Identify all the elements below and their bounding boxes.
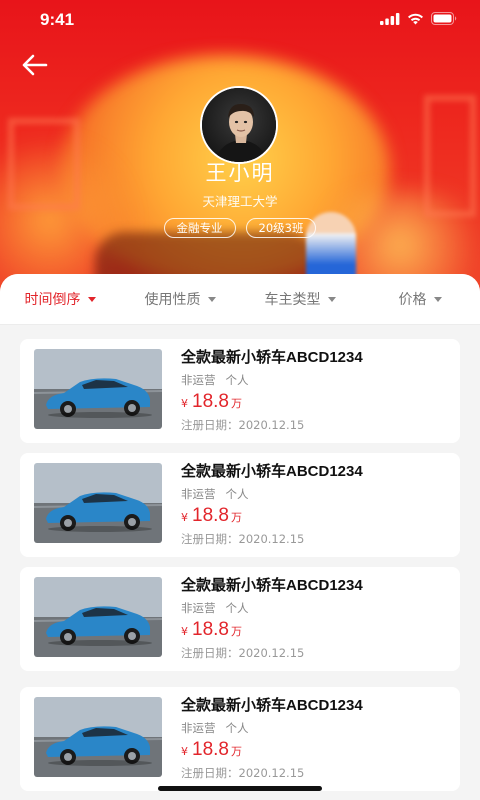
caret-down-icon [433,296,442,302]
listing-reg-date: 注册日期：2020.12.15 [181,532,305,546]
screen: 9:41 王小明 天津理工大学 金融专业 20级3班 时间倒序 使用性质 车主类… [0,0,480,800]
battery-icon [431,12,457,25]
car-photo-image [34,697,162,777]
car-thumbnail [34,463,162,543]
cellular-signal-icon [380,12,400,25]
listings-panel: 时间倒序 使用性质 车主类型 价格 全款最新小轿车ABCD1234 非运营 个人… [0,274,480,800]
listing-owner: 个人 [225,373,249,387]
listing-meta: 非运营 个人 [181,372,249,388]
listing-meta: 非运营 个人 [181,720,249,736]
listing-title: 全款最新小轿车ABCD1234 [181,463,363,480]
user-name: 王小明 [205,161,275,185]
filter-time-desc[interactable]: 时间倒序 [0,289,120,309]
listing-price: ¥ 18.8 万 [181,739,242,761]
filter-owner-type[interactable]: 车主类型 [240,289,360,309]
back-button[interactable] [20,52,50,78]
listing-usage: 非运营 [181,373,216,387]
user-school: 天津理工大学 [202,194,278,209]
filter-label: 车主类型 [264,292,321,308]
price-currency: ¥ [181,625,188,638]
status-bar: 9:41 [0,0,480,44]
listing-usage: 非运营 [181,601,216,615]
listing-card[interactable]: 全款最新小轿车ABCD1234 非运营 个人 ¥ 18.8 万 注册日期：202… [20,567,460,671]
price-unit: 万 [230,745,242,758]
caret-down-icon [327,296,336,302]
price-value: 18.8 [192,505,229,526]
filter-label: 价格 [398,292,427,308]
wifi-icon [408,13,423,24]
home-indicator [158,786,322,791]
listing-reg-date: 注册日期：2020.12.15 [181,418,305,432]
filter-price[interactable]: 价格 [360,289,480,309]
listing-card[interactable]: 全款最新小轿车ABCD1234 非运营 个人 ¥ 18.8 万 注册日期：202… [20,687,460,791]
listing-card[interactable]: 全款最新小轿车ABCD1234 非运营 个人 ¥ 18.8 万 注册日期：202… [20,453,460,557]
car-photo-image [34,463,162,543]
car-thumbnail [34,349,162,429]
listing-usage: 非运营 [181,721,216,735]
listing-owner: 个人 [225,721,249,735]
listing-owner: 个人 [225,487,249,501]
filter-usage[interactable]: 使用性质 [120,289,240,309]
listing-list: 全款最新小轿车ABCD1234 非运营 个人 ¥ 18.8 万 注册日期：202… [0,325,480,791]
listing-meta: 非运营 个人 [181,486,249,502]
listing-owner: 个人 [225,601,249,615]
price-value: 18.8 [192,739,229,760]
listing-reg-date: 注册日期：2020.12.15 [181,766,305,780]
listing-usage: 非运营 [181,487,216,501]
price-value: 18.8 [192,619,229,640]
user-tags: 金融专业 20级3班 [0,218,480,238]
listing-price: ¥ 18.8 万 [181,619,242,641]
car-photo-image [34,349,162,429]
filter-bar: 时间倒序 使用性质 车主类型 价格 [0,274,480,325]
tag-major: 金融专业 [163,218,236,238]
listing-price: ¥ 18.8 万 [181,505,242,527]
status-time: 9:41 [40,10,75,29]
avatar[interactable] [200,86,278,164]
price-unit: 万 [230,511,242,524]
tag-class: 20级3班 [245,218,317,238]
caret-down-icon [207,296,216,302]
price-value: 18.8 [192,391,229,412]
car-photo-image [34,577,162,657]
listing-price: ¥ 18.8 万 [181,391,242,413]
listing-title: 全款最新小轿车ABCD1234 [181,349,363,366]
price-currency: ¥ [181,397,188,410]
price-unit: 万 [230,625,242,638]
caret-down-icon [87,296,96,302]
listing-title: 全款最新小轿车ABCD1234 [181,697,363,714]
filter-label: 时间倒序 [24,292,81,308]
car-thumbnail [34,577,162,657]
filter-label: 使用性质 [144,292,201,308]
listing-title: 全款最新小轿车ABCD1234 [181,577,363,594]
price-currency: ¥ [181,745,188,758]
price-unit: 万 [230,397,242,410]
listing-meta: 非运营 个人 [181,600,249,616]
status-icons [380,12,458,25]
listing-reg-date: 注册日期：2020.12.15 [181,646,305,660]
price-currency: ¥ [181,511,188,524]
arrow-left-icon [22,54,48,76]
listing-card[interactable]: 全款最新小轿车ABCD1234 非运营 个人 ¥ 18.8 万 注册日期：202… [20,339,460,443]
car-thumbnail [34,697,162,777]
